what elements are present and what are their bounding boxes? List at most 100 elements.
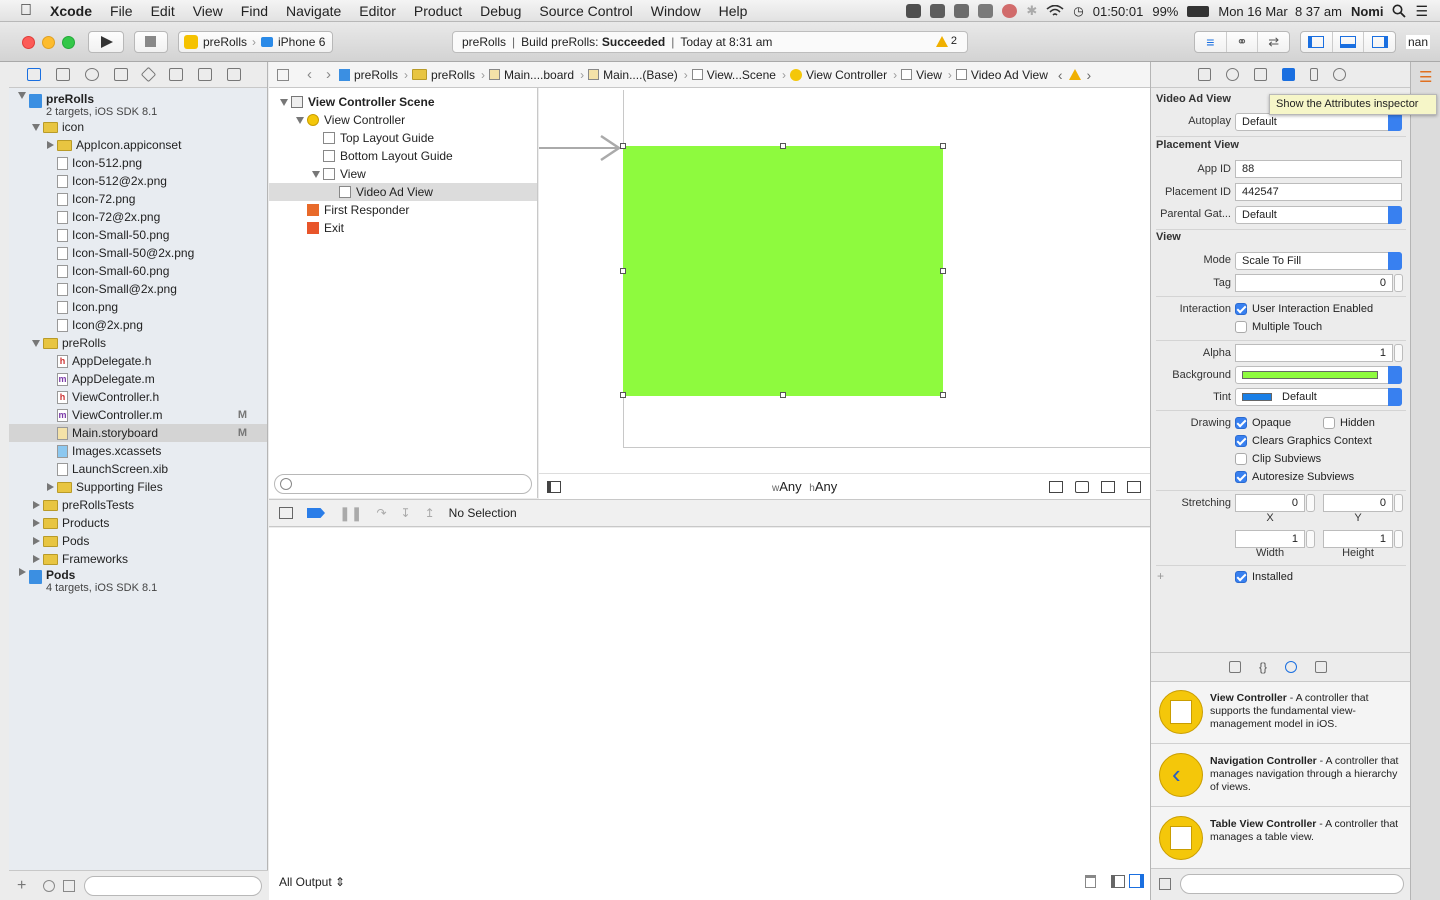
- nav-row[interactable]: Images.xcassets: [9, 442, 267, 460]
- project-navigator-icon[interactable]: [27, 68, 41, 81]
- resize-handle-top-right[interactable]: [940, 143, 946, 149]
- user-interaction-checkbox[interactable]: User Interaction Enabled: [1235, 303, 1373, 315]
- align-icon[interactable]: [1049, 481, 1063, 493]
- breakpoints-toggle-icon[interactable]: [307, 508, 325, 518]
- outline-row[interactable]: First Responder: [269, 201, 537, 219]
- resize-handle-top[interactable]: [780, 143, 786, 149]
- disclosure-triangle-icon[interactable]: [29, 123, 43, 131]
- menu-source-control[interactable]: Source Control: [530, 3, 641, 19]
- resolve-issues-icon[interactable]: [1101, 481, 1115, 493]
- nav-row[interactable]: Frameworks: [9, 550, 267, 568]
- crumb-group[interactable]: preRolls ›: [412, 68, 485, 82]
- interface-builder-canvas[interactable]: [539, 88, 1151, 473]
- assistant-editor-icon[interactable]: ⚭: [1227, 32, 1259, 52]
- pause-icon[interactable]: ❚❚: [339, 505, 362, 522]
- toggle-utilities-icon[interactable]: [1364, 32, 1395, 52]
- resize-handle-bottom-right[interactable]: [940, 392, 946, 398]
- nav-row[interactable]: Icon.png: [9, 298, 267, 316]
- menu-editor[interactable]: Editor: [350, 3, 405, 19]
- crumb-storyboard[interactable]: Main....board ›: [489, 68, 584, 82]
- nav-row[interactable]: m AppDelegate.m: [9, 370, 267, 388]
- disclosure-triangle-icon[interactable]: [309, 170, 323, 178]
- nav-row[interactable]: AppIcon.appiconset: [9, 136, 267, 154]
- nav-row[interactable]: Pods: [9, 532, 267, 550]
- minimize-window-button[interactable]: [42, 36, 55, 49]
- placement-id-field[interactable]: 442547: [1235, 183, 1402, 201]
- debug-console[interactable]: All Output ⇕: [269, 528, 1150, 900]
- bluetooth-icon[interactable]: ✱: [1026, 3, 1037, 19]
- activity-viewer[interactable]: preRolls | Build preRolls: Succeeded | T…: [452, 31, 968, 53]
- outline-filter-field[interactable]: [274, 474, 532, 494]
- output-filter-popup[interactable]: All Output ⇕: [279, 875, 345, 889]
- code-snippet-library-icon[interactable]: {}: [1259, 660, 1267, 674]
- media-library-icon[interactable]: [1315, 661, 1328, 673]
- next-issue-button[interactable]: ›: [1087, 67, 1092, 83]
- menu-edit[interactable]: Edit: [142, 3, 184, 19]
- disclosure-triangle-icon[interactable]: [29, 555, 43, 563]
- dropbox-icon[interactable]: [930, 4, 946, 18]
- clip-subviews-checkbox[interactable]: Clip Subviews: [1235, 453, 1321, 465]
- nav-row[interactable]: Icon-512.png: [9, 154, 267, 172]
- multiple-touch-checkbox[interactable]: Multiple Touch: [1235, 321, 1322, 333]
- nav-row[interactable]: Icon-Small-50.png: [9, 226, 267, 244]
- nav-row[interactable]: icon: [9, 118, 267, 136]
- menu-find[interactable]: Find: [232, 3, 277, 19]
- grid-view-icon[interactable]: [1159, 878, 1171, 890]
- disclosure-triangle-icon[interactable]: [43, 141, 57, 149]
- previous-issue-button[interactable]: ‹: [1058, 67, 1063, 83]
- nav-row[interactable]: Products: [9, 514, 267, 532]
- disclosure-triangle-icon[interactable]: [29, 519, 43, 527]
- library-item[interactable]: ‹ Navigation Controller - A controller th…: [1151, 745, 1410, 807]
- crumb-view-controller[interactable]: View Controller ›: [789, 68, 897, 82]
- stretch-width-field[interactable]: 1: [1235, 530, 1305, 548]
- entry-point-arrow-icon[interactable]: [539, 134, 623, 162]
- find-navigator-icon[interactable]: [85, 68, 99, 81]
- outline-row[interactable]: Video Ad View: [269, 183, 537, 201]
- nav-row[interactable]: Main.storyboard M: [9, 424, 267, 442]
- nav-row[interactable]: Pods 4 targets, iOS SDK 8.1: [9, 568, 267, 594]
- version-editor-icon[interactable]: ⇄: [1258, 32, 1289, 52]
- outline-row[interactable]: View Controller Scene: [269, 93, 537, 111]
- clear-console-icon[interactable]: [1085, 875, 1096, 888]
- parental-gate-popup[interactable]: Default: [1235, 206, 1402, 224]
- issue-warning-icon[interactable]: [1068, 69, 1081, 80]
- menu-product[interactable]: Product: [405, 3, 471, 19]
- opaque-checkbox[interactable]: Opaque: [1235, 417, 1291, 429]
- nav-row[interactable]: Supporting Files: [9, 478, 267, 496]
- disclosure-triangle-icon[interactable]: [15, 92, 29, 99]
- background-color-well[interactable]: [1235, 366, 1402, 384]
- navigator-filter-field[interactable]: [84, 876, 262, 896]
- stretch-height-field[interactable]: 1: [1323, 530, 1393, 548]
- resize-handle-bottom-left[interactable]: [620, 392, 626, 398]
- nav-row[interactable]: Icon-Small-50@2x.png: [9, 244, 267, 262]
- nav-row[interactable]: preRolls: [9, 334, 267, 352]
- disclosure-triangle-icon[interactable]: [293, 116, 307, 124]
- warnings-indicator[interactable]: 2: [935, 35, 957, 47]
- crumb-view[interactable]: View ›: [901, 68, 952, 82]
- resize-handle-left[interactable]: [620, 268, 626, 274]
- menu-debug[interactable]: Debug: [471, 3, 530, 19]
- hide-debug-area-icon[interactable]: [279, 507, 293, 519]
- tint-color-popup[interactable]: Default: [1235, 388, 1402, 406]
- disclosure-triangle-icon[interactable]: [29, 501, 43, 509]
- stop-button[interactable]: [134, 31, 168, 53]
- status-window-icon[interactable]: [954, 4, 970, 18]
- add-variation-icon[interactable]: +: [1157, 569, 1164, 583]
- step-into-icon[interactable]: ↧: [401, 506, 411, 520]
- nav-row[interactable]: h AppDelegate.h: [9, 352, 267, 370]
- standard-editor-icon[interactable]: ≡: [1195, 32, 1227, 52]
- toggle-navigator-icon[interactable]: [1301, 32, 1333, 52]
- status-tool-icon[interactable]: [978, 4, 994, 18]
- app-id-field[interactable]: 88: [1235, 160, 1402, 178]
- back-button[interactable]: ‹: [307, 66, 312, 83]
- symbol-navigator-icon[interactable]: [56, 68, 70, 81]
- stretch-width-stepper[interactable]: [1306, 530, 1315, 548]
- disclosure-triangle-icon[interactable]: [15, 568, 29, 576]
- source-control-filter-icon[interactable]: [63, 880, 75, 892]
- pin-icon[interactable]: [1075, 481, 1089, 493]
- crumb-base[interactable]: Main....(Base) ›: [588, 68, 688, 82]
- status-app-icon[interactable]: [906, 4, 922, 18]
- nav-row[interactable]: Icon-Small-60.png: [9, 262, 267, 280]
- stretch-height-stepper[interactable]: [1394, 530, 1403, 548]
- autoplay-popup[interactable]: Default: [1235, 113, 1402, 131]
